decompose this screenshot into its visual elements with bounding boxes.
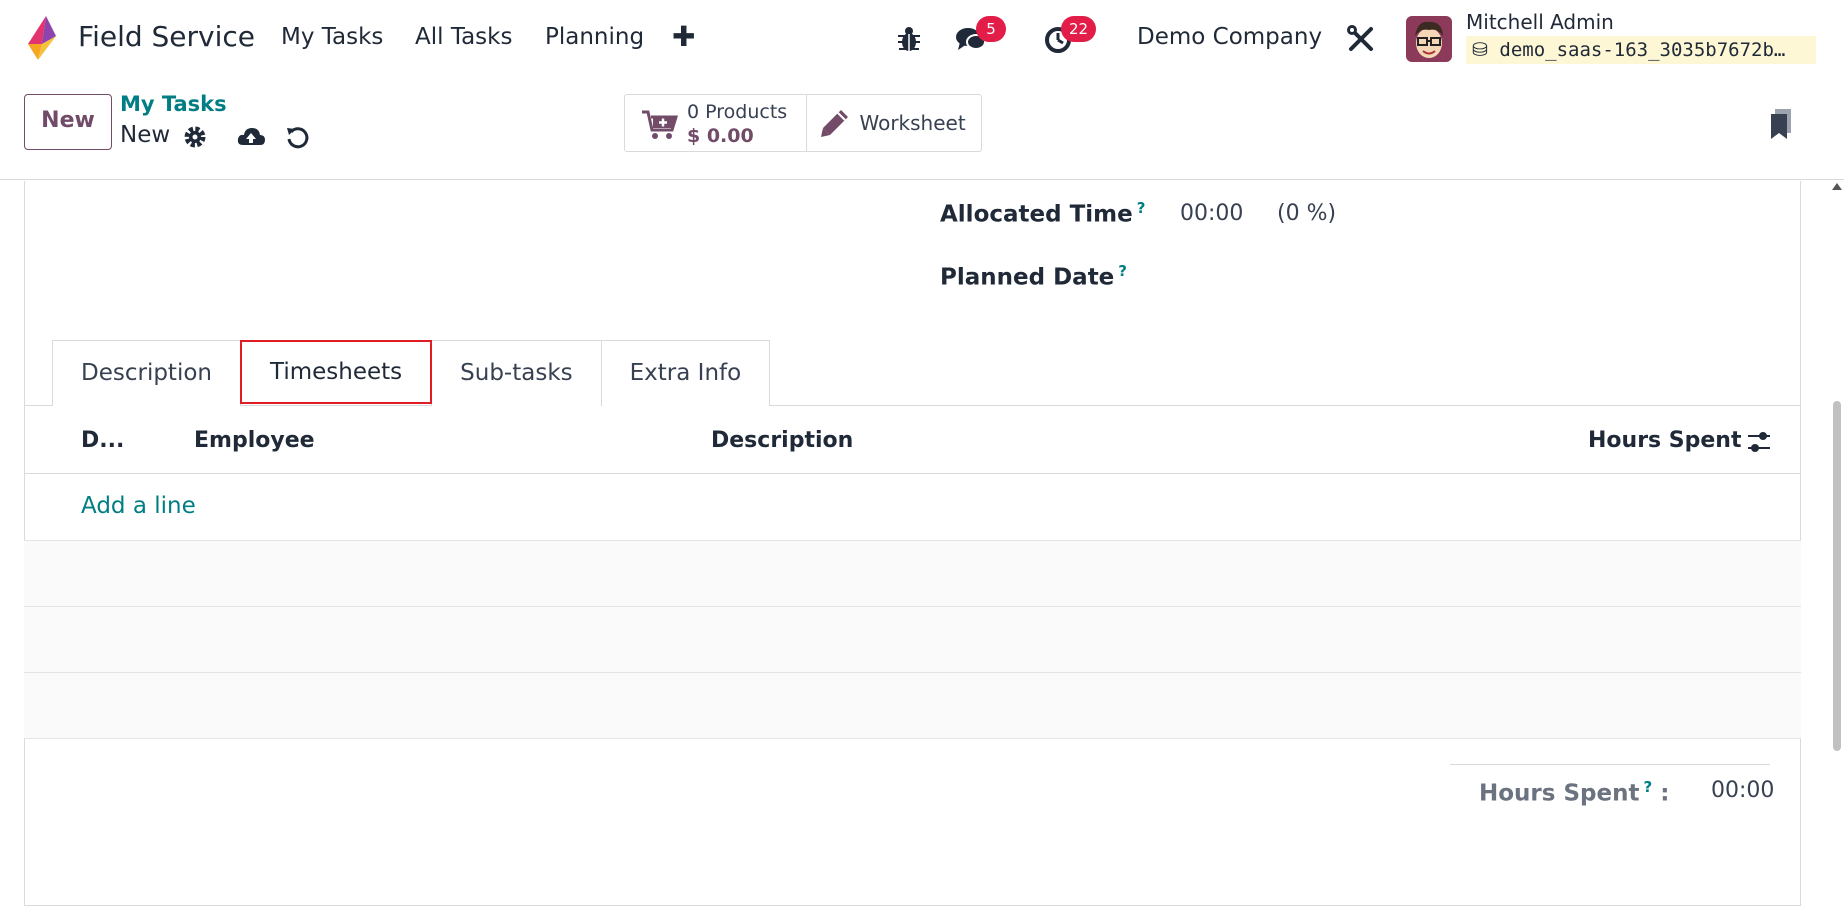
field-service-logo-icon[interactable]	[22, 14, 60, 62]
menu-my-tasks[interactable]: My Tasks	[281, 24, 383, 50]
add-a-line-link[interactable]: Add a line	[81, 493, 196, 519]
save-cloud-icon[interactable]	[236, 124, 266, 150]
hours-spent-total-value: 00:00	[1711, 778, 1775, 803]
new-button[interactable]: New	[24, 94, 112, 150]
scroll-thumb[interactable]	[1833, 401, 1841, 751]
column-employee[interactable]: Employee	[194, 428, 315, 453]
allocated-time-label-text: Allocated Time	[940, 201, 1133, 228]
tab-description[interactable]: Description	[52, 340, 241, 406]
add-line-row: Add a line	[24, 475, 1801, 541]
total-divider	[1450, 764, 1770, 765]
table-row	[24, 673, 1801, 739]
menu-all-tasks[interactable]: All Tasks	[415, 24, 512, 50]
page-scrollbar[interactable]	[1830, 181, 1844, 906]
menu-planning[interactable]: Planning	[545, 24, 644, 50]
products-price: $ 0.00	[687, 125, 754, 147]
company-switcher[interactable]: Demo Company	[1137, 24, 1322, 50]
hours-spent-total-label: Hours Spent? :	[1479, 778, 1669, 807]
allocated-time-label: Allocated Time?	[940, 199, 1145, 228]
knowledge-bookmark-icon[interactable]	[1768, 108, 1794, 140]
notebook-tabs: Description Timesheets Sub-tasks Extra I…	[52, 340, 771, 406]
allocated-time-input[interactable]: 00:00	[1180, 201, 1243, 226]
smart-buttons: 0 Products $ 0.00 Worksheet	[624, 94, 982, 152]
database-badge: ⛁ demo_saas-163_3035b7672b…	[1466, 36, 1816, 64]
breadcrumb-my-tasks[interactable]: My Tasks	[120, 92, 227, 116]
pencil-icon	[821, 110, 849, 137]
timesheet-table-header: D... Employee Description Hours Spent	[24, 406, 1801, 474]
worksheet-smart-button[interactable]: Worksheet	[807, 95, 981, 151]
column-hours-spent[interactable]: Hours Spent	[1588, 428, 1741, 453]
help-tooltip-icon[interactable]: ?	[1118, 262, 1127, 280]
tab-sub-tasks[interactable]: Sub-tasks	[431, 340, 602, 406]
shopping-cart-icon	[642, 110, 679, 139]
products-count: 0 Products	[687, 101, 788, 123]
allocated-time-percent: (0 %)	[1277, 201, 1337, 226]
planned-date-label-text: Planned Date	[940, 264, 1115, 291]
table-row	[24, 541, 1801, 607]
tab-timesheets[interactable]: Timesheets	[240, 340, 433, 404]
help-tooltip-icon[interactable]: ?	[1137, 199, 1146, 217]
database-icon: ⛁	[1472, 39, 1488, 61]
column-description[interactable]: Description	[711, 428, 853, 453]
activities-count-badge: 22	[1061, 16, 1097, 42]
table-row	[24, 607, 1801, 673]
database-name: demo_saas-163_3035b7672b…	[1499, 39, 1786, 61]
user-name[interactable]: Mitchell Admin	[1466, 10, 1614, 34]
optional-columns-sliders-icon[interactable]	[1746, 430, 1772, 454]
gear-icon[interactable]	[182, 124, 208, 150]
messages-count-badge: 5	[976, 16, 1006, 42]
breadcrumb-current: New	[120, 122, 171, 148]
control-panel: New My Tasks New 0 Products $ 0.00 Works…	[0, 78, 1844, 180]
help-tooltip-icon[interactable]: ?	[1643, 778, 1652, 796]
debug-bug-icon[interactable]	[892, 22, 926, 56]
planned-date-label: Planned Date?	[940, 262, 1127, 291]
add-menu-icon[interactable]: ✚	[672, 20, 695, 53]
settings-tools-icon[interactable]	[1344, 22, 1378, 56]
top-navbar: Field Service My Tasks All Tasks Plannin…	[0, 0, 1844, 78]
total-colon: :	[1660, 780, 1670, 807]
discard-undo-icon[interactable]	[285, 124, 311, 150]
user-avatar[interactable]	[1406, 16, 1452, 62]
worksheet-label: Worksheet	[859, 111, 966, 135]
tab-extra-info[interactable]: Extra Info	[600, 340, 771, 406]
app-name[interactable]: Field Service	[78, 20, 255, 53]
scroll-up-arrow-icon[interactable]	[1832, 183, 1842, 190]
products-smart-button[interactable]: 0 Products $ 0.00	[625, 95, 808, 151]
hours-spent-total-text: Hours Spent	[1479, 780, 1640, 807]
column-date[interactable]: D...	[81, 428, 124, 453]
